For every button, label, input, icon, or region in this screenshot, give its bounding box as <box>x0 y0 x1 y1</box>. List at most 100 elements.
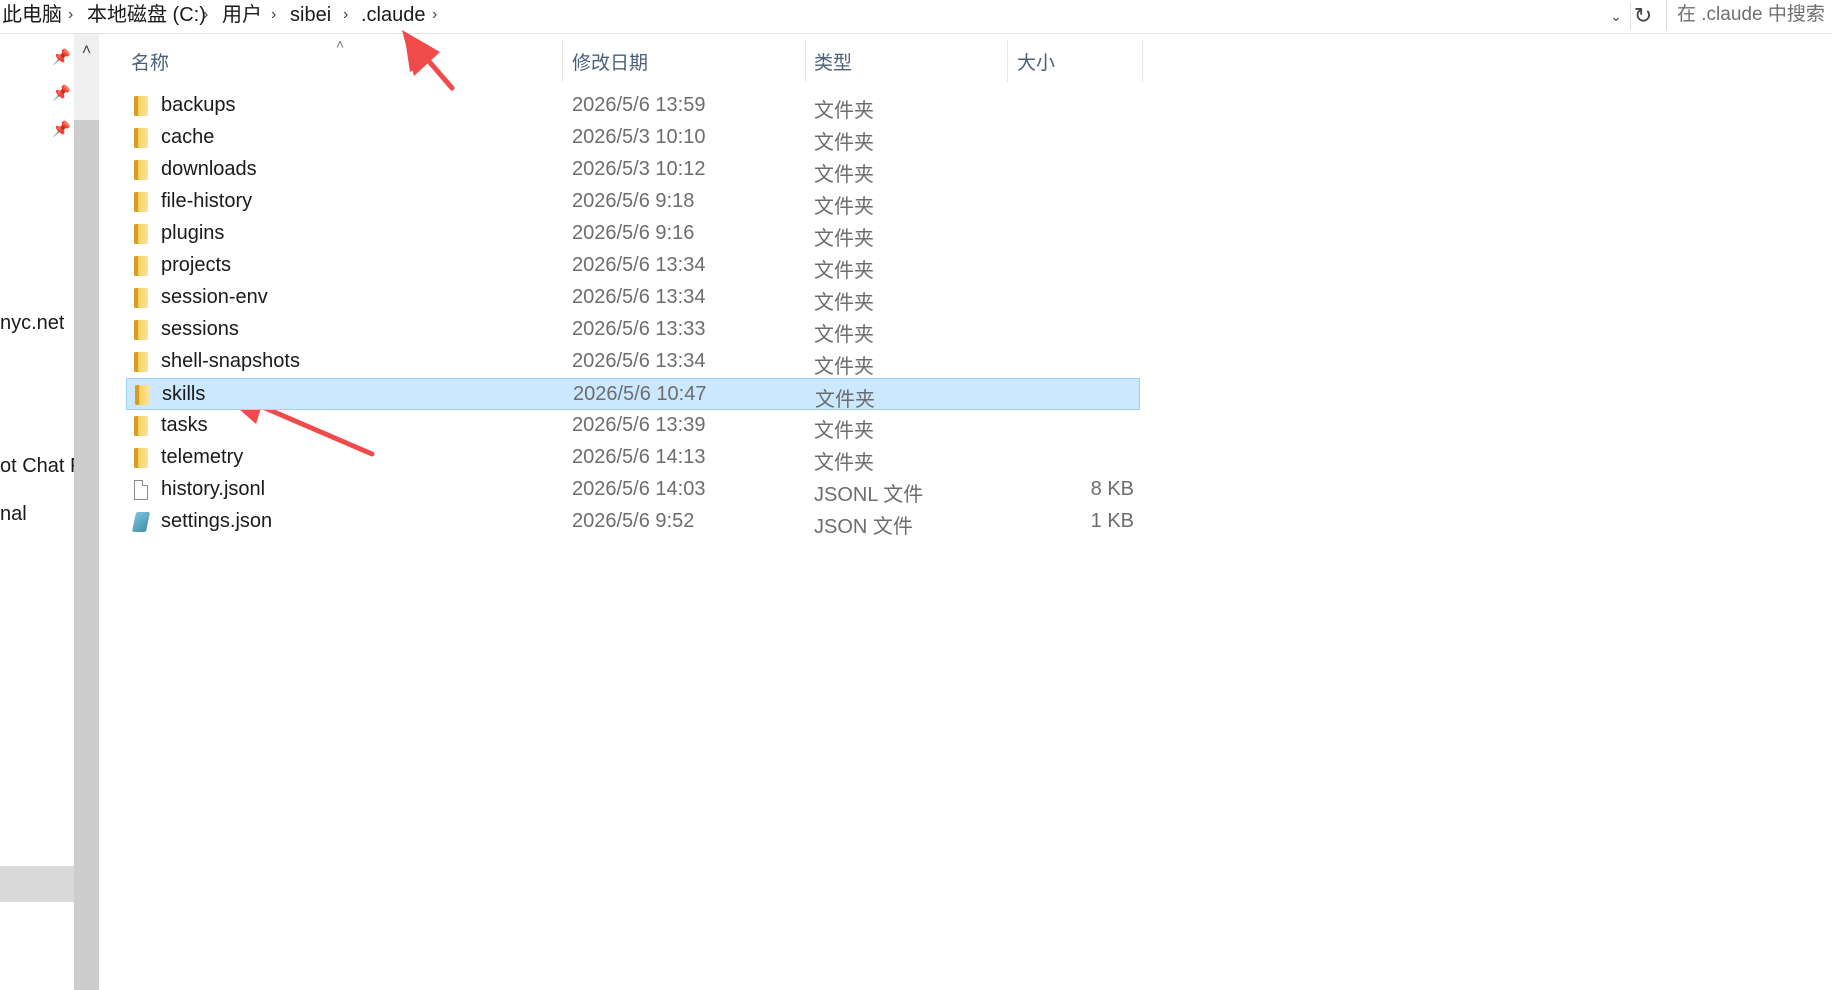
folder-icon <box>134 352 148 372</box>
search-input[interactable]: 在 .claude 中搜索 <box>1666 0 1832 30</box>
column-divider[interactable] <box>1007 40 1008 82</box>
file-type: 文件夹 <box>814 132 874 154</box>
file-row[interactable]: plugins 2026/5/6 9:16 文件夹 <box>126 218 1140 250</box>
chevron-down-icon[interactable]: ⌄ <box>1605 4 1627 28</box>
file-row[interactable]: settings.json 2026/5/6 9:52 JSON 文件 1 KB <box>126 506 1140 538</box>
file-date: 2026/5/6 13:59 <box>572 94 706 116</box>
chevron-right-icon[interactable]: › <box>203 4 208 26</box>
file-date: 2026/5/6 14:03 <box>572 478 706 500</box>
file-type: 文件夹 <box>814 420 874 442</box>
file-row[interactable]: history.jsonl 2026/5/6 14:03 JSONL 文件 8 KB <box>126 474 1140 506</box>
address-bar[interactable]: 此电脑 › 本地磁盘 (C:) › 用户 › sibei › .claude ›… <box>0 0 1832 34</box>
file-name: skills <box>162 383 206 405</box>
pin-icon: 📌 <box>52 121 71 138</box>
file-row[interactable]: shell-snapshots 2026/5/6 13:34 文件夹 <box>126 346 1140 378</box>
column-header-type[interactable]: 类型 <box>814 48 852 75</box>
sort-ascending-icon: ˄ <box>336 36 345 52</box>
file-row[interactable]: projects 2026/5/6 13:34 文件夹 <box>126 250 1140 282</box>
file-row[interactable]: tasks 2026/5/6 13:39 文件夹 <box>126 410 1140 442</box>
file-type: 文件夹 <box>814 452 874 474</box>
file-row[interactable]: sessions 2026/5/6 13:33 文件夹 <box>126 314 1140 346</box>
file-date: 2026/5/6 10:47 <box>573 383 707 405</box>
pin-icon: 📌 <box>52 85 71 102</box>
file-date: 2026/5/6 13:34 <box>572 350 706 372</box>
file-size: 1 KB <box>1090 510 1134 532</box>
pin-icon: 📌 <box>52 49 71 66</box>
file-row[interactable]: session-env 2026/5/6 13:34 文件夹 <box>126 282 1140 314</box>
breadcrumb-local-disk[interactable]: 本地磁盘 (C:) <box>87 3 206 27</box>
file-type: 文件夹 <box>815 389 875 411</box>
file-type: 文件夹 <box>814 260 874 282</box>
column-divider[interactable] <box>805 40 806 82</box>
folder-icon <box>134 160 148 180</box>
refresh-icon[interactable]: ↻ <box>1630 2 1655 30</box>
folder-icon <box>134 128 148 148</box>
file-date: 2026/5/3 10:10 <box>572 126 706 148</box>
file-name: plugins <box>161 222 225 244</box>
file-date: 2026/5/6 9:52 <box>572 510 695 532</box>
file-type: 文件夹 <box>814 356 874 378</box>
breadcrumb-claude[interactable]: .claude <box>361 3 426 27</box>
breadcrumb-sibei[interactable]: sibei <box>290 3 331 27</box>
chevron-right-icon[interactable]: › <box>68 4 73 26</box>
chevron-right-icon[interactable]: › <box>432 4 437 26</box>
folder-icon <box>135 385 149 405</box>
file-type: 文件夹 <box>814 228 874 250</box>
file-name: tasks <box>161 414 208 436</box>
file-row[interactable]: file-history 2026/5/6 9:18 文件夹 <box>126 186 1140 218</box>
nav-item-selected[interactable] <box>0 866 74 902</box>
file-name: cache <box>161 126 215 148</box>
column-divider[interactable] <box>1142 40 1143 82</box>
file-row[interactable]: telemetry 2026/5/6 14:13 文件夹 <box>126 442 1140 474</box>
folder-icon <box>134 256 148 276</box>
breadcrumb-users[interactable]: 用户 <box>222 3 262 27</box>
file-row[interactable]: skills 2026/5/6 10:47 文件夹 <box>126 378 1140 411</box>
folder-icon <box>134 320 148 340</box>
file-type: 文件夹 <box>814 100 874 122</box>
file-type: 文件夹 <box>814 324 874 346</box>
file-date: 2026/5/6 14:13 <box>572 446 706 468</box>
file-date: 2026/5/6 13:33 <box>572 318 706 340</box>
file-date: 2026/5/3 10:12 <box>572 158 706 180</box>
json-icon <box>131 512 151 532</box>
chevron-up-icon[interactable]: ˄ <box>74 42 99 66</box>
file-name: shell-snapshots <box>161 350 300 372</box>
file-row[interactable]: backups 2026/5/6 13:59 文件夹 <box>126 90 1140 122</box>
folder-icon <box>134 416 148 436</box>
file-size: 8 KB <box>1090 478 1134 500</box>
file-type: JSON 文件 <box>814 516 913 538</box>
chevron-right-icon[interactable]: › <box>343 4 348 26</box>
column-divider[interactable] <box>562 40 563 82</box>
folder-icon <box>134 96 148 116</box>
file-type: 文件夹 <box>814 164 874 186</box>
file-row[interactable]: downloads 2026/5/3 10:12 文件夹 <box>126 154 1140 186</box>
file-name: downloads <box>161 158 257 180</box>
file-date: 2026/5/6 13:34 <box>572 254 706 276</box>
file-date: 2026/5/6 13:39 <box>572 414 706 436</box>
folder-icon <box>134 288 148 308</box>
column-header-name[interactable]: 名称 <box>131 48 169 75</box>
file-name: telemetry <box>161 446 244 468</box>
nav-item[interactable]: ot Chat F <box>0 455 82 478</box>
breadcrumb-this-pc[interactable]: 此电脑 <box>2 3 62 27</box>
annotation-arrow-icon <box>402 30 455 91</box>
nav-item[interactable]: nal <box>0 503 27 526</box>
nav-scrollbar-thumb[interactable] <box>74 120 99 990</box>
file-name: file-history <box>161 190 253 212</box>
file-name: projects <box>161 254 232 276</box>
file-name: settings.json <box>161 510 273 532</box>
file-date: 2026/5/6 13:34 <box>572 286 706 308</box>
column-header-size[interactable]: 大小 <box>1017 48 1055 75</box>
file-date: 2026/5/6 9:16 <box>572 222 695 244</box>
file-name: sessions <box>161 318 239 340</box>
file-date: 2026/5/6 9:18 <box>572 190 695 212</box>
file-name: history.jsonl <box>161 478 266 500</box>
chevron-right-icon[interactable]: › <box>271 4 276 26</box>
nav-item[interactable]: nyc.net <box>0 312 64 335</box>
file-row[interactable]: cache 2026/5/3 10:10 文件夹 <box>126 122 1140 154</box>
folder-icon <box>134 224 148 244</box>
navigation-pane: 📌 📌 📌 nyc.net ot Chat F nal <box>0 34 82 990</box>
column-header-date[interactable]: 修改日期 <box>572 48 648 75</box>
file-name: session-env <box>161 286 268 308</box>
file-type: JSONL 文件 <box>814 484 924 506</box>
